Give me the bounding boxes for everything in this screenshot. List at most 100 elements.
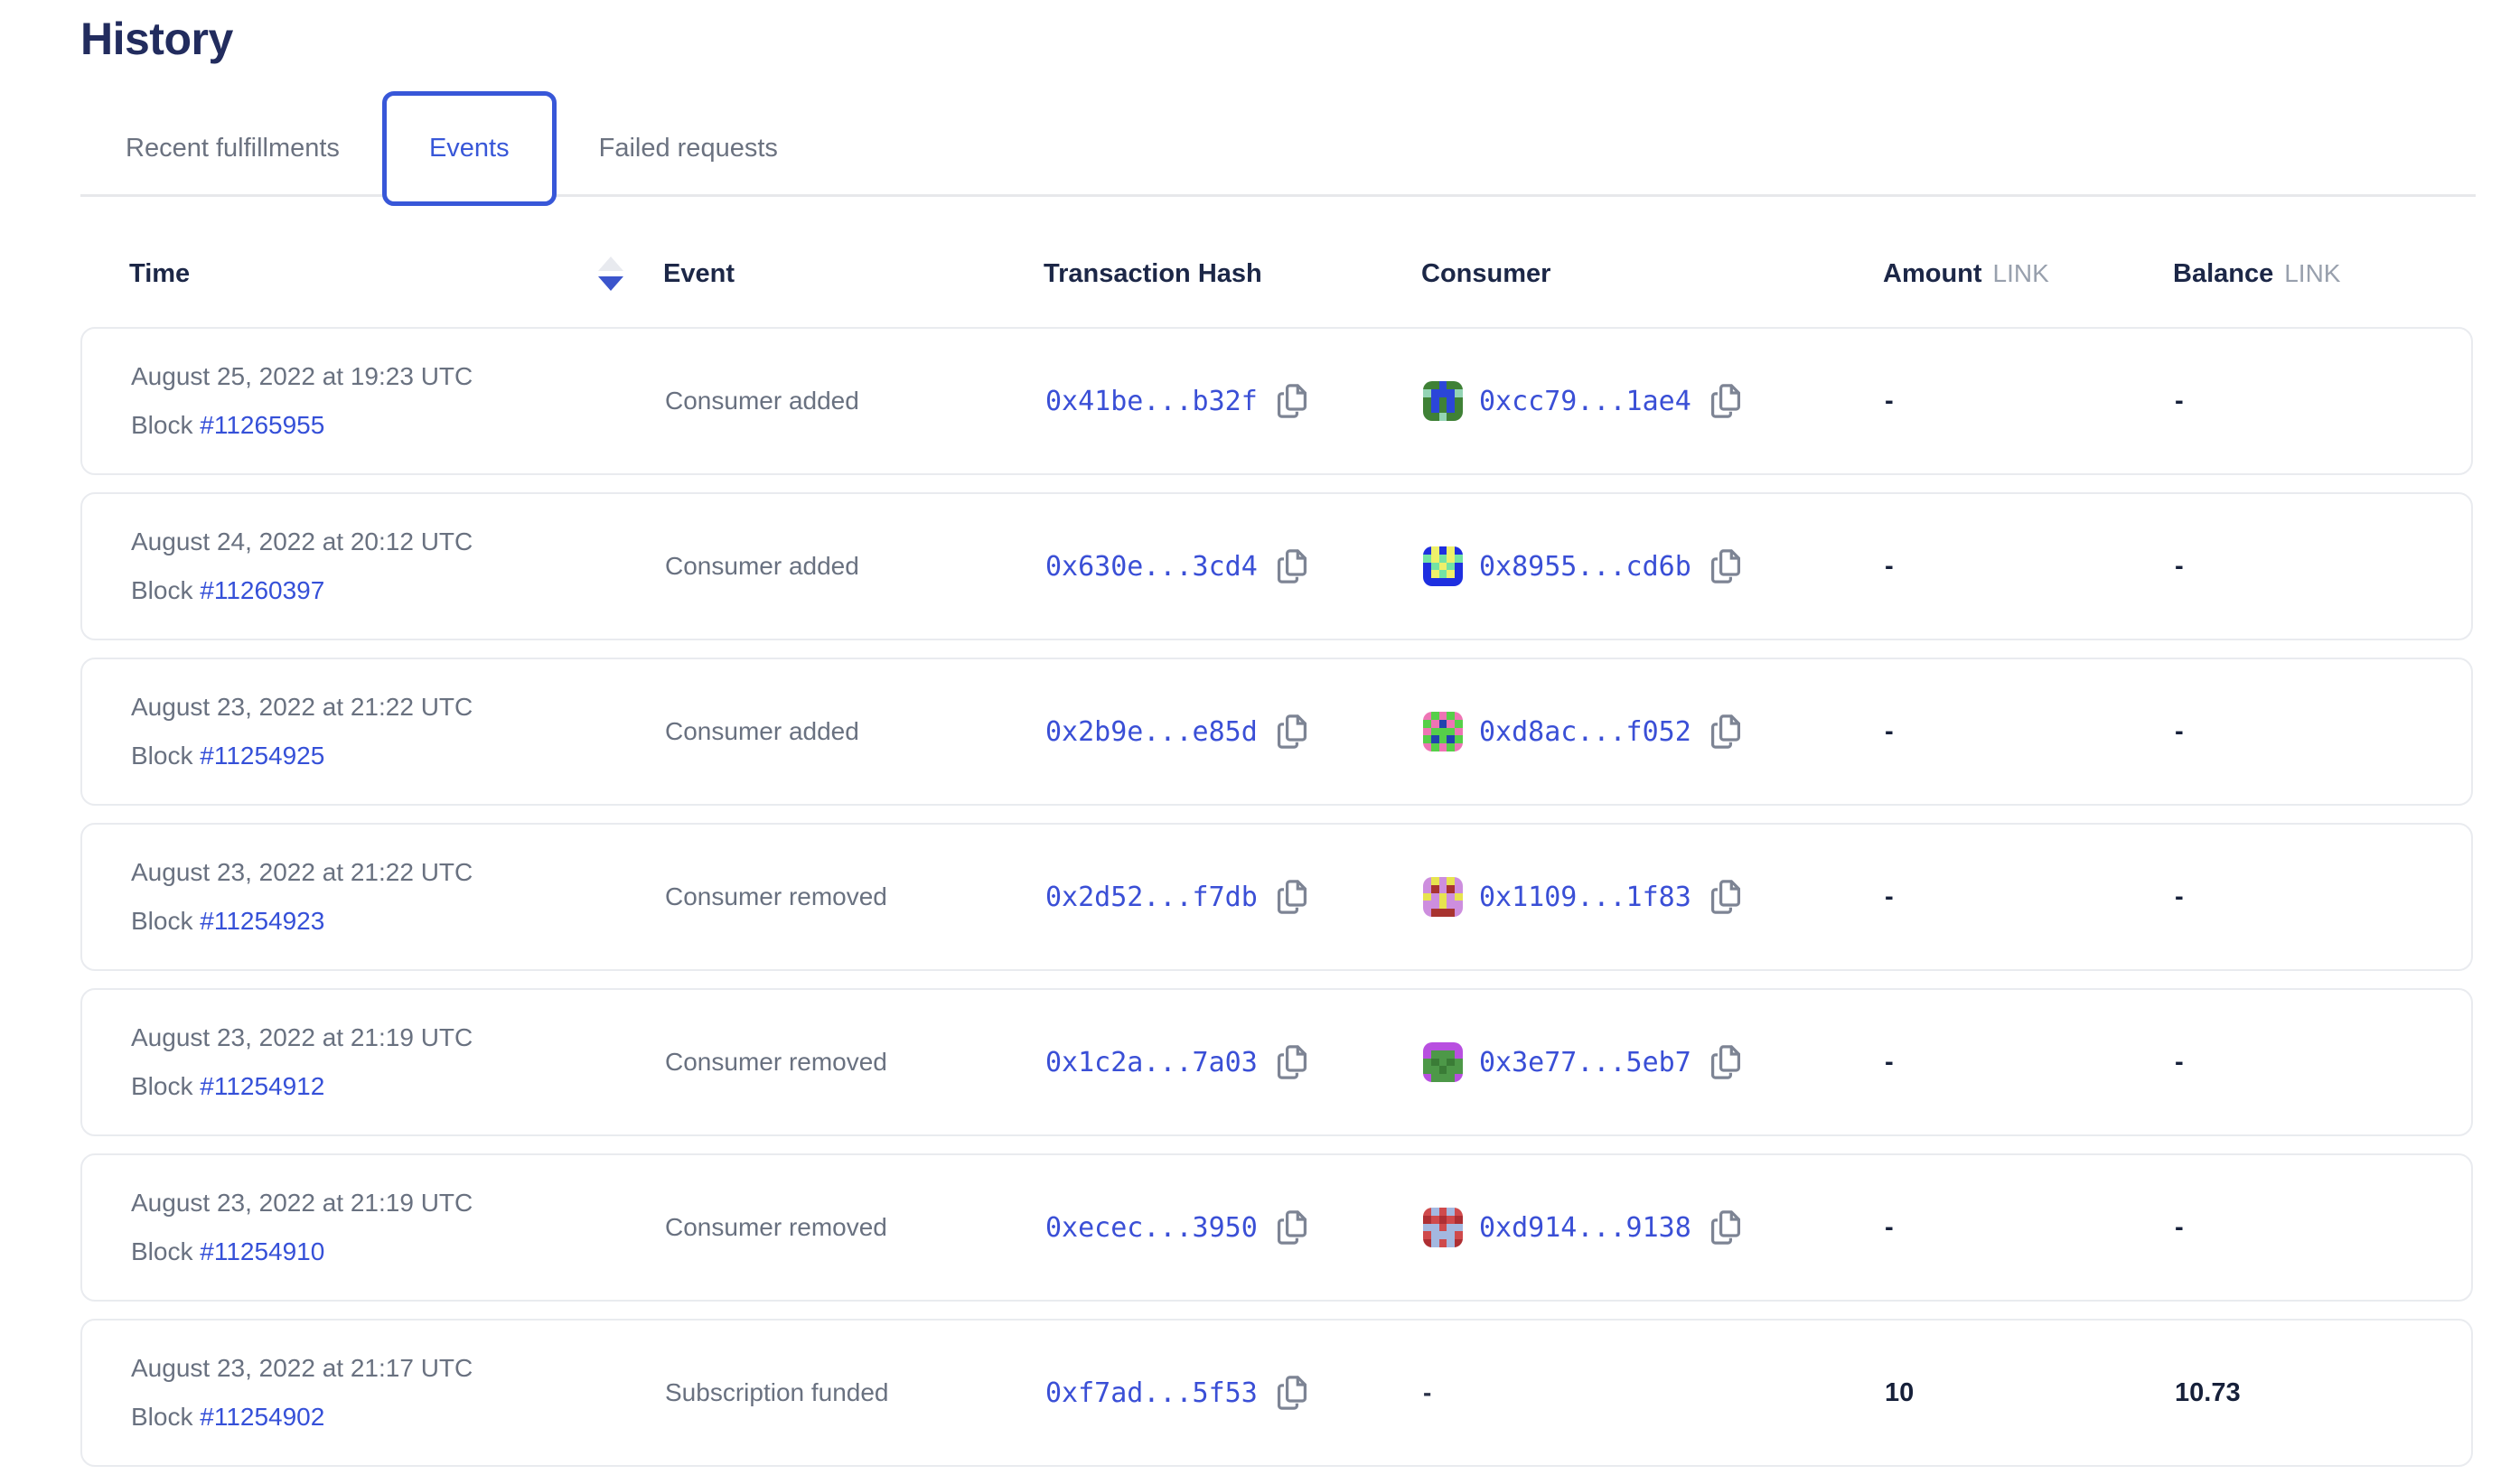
transaction-hash-link[interactable]: 0x41be...b32f — [1045, 386, 1258, 417]
block-label: Block — [131, 1072, 200, 1100]
consumer-cell: 0xd914...9138 — [1423, 1208, 1885, 1247]
copy-consumer-address-button[interactable] — [1709, 879, 1742, 915]
amount-cell: 10 — [1885, 1378, 2175, 1408]
event-timestamp: August 23, 2022 at 21:19 UTC — [131, 1190, 665, 1217]
event-row: August 23, 2022 at 21:17 UTC Block #1125… — [80, 1319, 2473, 1467]
transaction-hash-link[interactable]: 0x630e...3cd4 — [1045, 551, 1258, 583]
column-header-time[interactable]: Time — [80, 257, 663, 291]
transaction-hash-link[interactable]: 0xecec...3950 — [1045, 1212, 1258, 1244]
block-number-link[interactable]: #11254912 — [200, 1072, 324, 1100]
tabs: Recent fulfillments Events Failed reques… — [80, 91, 2473, 206]
column-header-transaction-hash: Transaction Hash — [1044, 259, 1421, 289]
balance-cell: - — [2175, 1048, 2471, 1078]
event-timestamp: August 25, 2022 at 19:23 UTC — [131, 363, 665, 390]
block-line: Block #11254912 — [131, 1073, 665, 1100]
copy-consumer-address-button[interactable] — [1709, 548, 1742, 584]
block-line: Block #11254925 — [131, 742, 665, 770]
event-row: August 23, 2022 at 21:19 UTC Block #1125… — [80, 1153, 2473, 1302]
block-number-link[interactable]: #11254902 — [200, 1403, 324, 1431]
copy-icon — [1709, 1044, 1742, 1080]
block-number-link[interactable]: #11254923 — [200, 907, 324, 935]
block-line: Block #11265955 — [131, 412, 665, 439]
event-type-cell: Consumer added — [665, 717, 1045, 746]
consumer-address-link[interactable]: 0x3e77...5eb7 — [1479, 1047, 1691, 1078]
consumer-avatar — [1423, 712, 1463, 751]
consumer-empty-value: - — [1423, 1378, 1431, 1407]
copy-transaction-hash-button[interactable] — [1276, 1044, 1308, 1080]
event-rows: August 25, 2022 at 19:23 UTC Block #1126… — [80, 327, 2473, 1467]
copy-icon — [1276, 548, 1308, 584]
copy-transaction-hash-button[interactable] — [1276, 548, 1308, 584]
copy-icon — [1709, 383, 1742, 419]
copy-transaction-hash-button[interactable] — [1276, 879, 1308, 915]
time-cell: August 23, 2022 at 21:17 UTC Block #1125… — [82, 1355, 665, 1431]
copy-consumer-address-button[interactable] — [1709, 714, 1742, 750]
block-label: Block — [131, 576, 200, 604]
consumer-avatar — [1423, 877, 1463, 917]
event-type-cell: Consumer removed — [665, 1213, 1045, 1242]
copy-consumer-address-button[interactable] — [1709, 383, 1742, 419]
block-line: Block #11254910 — [131, 1238, 665, 1265]
transaction-hash-link[interactable]: 0x1c2a...7a03 — [1045, 1047, 1258, 1078]
consumer-cell: 0x3e77...5eb7 — [1423, 1042, 1885, 1082]
block-number-link[interactable]: #11254925 — [200, 742, 324, 770]
balance-cell: - — [2175, 387, 2471, 416]
consumer-address-link[interactable]: 0xd914...9138 — [1479, 1212, 1691, 1244]
block-number-link[interactable]: #11254910 — [200, 1237, 324, 1265]
block-label: Block — [131, 1237, 200, 1265]
transaction-hash-cell: 0x2b9e...e85d — [1045, 714, 1423, 750]
copy-icon — [1709, 714, 1742, 750]
sort-descending-icon[interactable] — [598, 257, 623, 291]
amount-cell: - — [1885, 717, 2175, 747]
transaction-hash-link[interactable]: 0x2d52...f7db — [1045, 882, 1258, 913]
sort-up-arrow-icon — [598, 257, 623, 271]
event-row: August 25, 2022 at 19:23 UTC Block #1126… — [80, 327, 2473, 475]
table-header: Time Event Transaction Hash Consumer Amo… — [80, 257, 2473, 291]
consumer-address-link[interactable]: 0xd8ac...f052 — [1479, 716, 1691, 748]
consumer-address-link[interactable]: 0x1109...1f83 — [1479, 882, 1691, 913]
balance-cell: - — [2175, 882, 2471, 912]
copy-consumer-address-button[interactable] — [1709, 1209, 1742, 1246]
consumer-address-link[interactable]: 0xcc79...1ae4 — [1479, 386, 1691, 417]
copy-icon — [1276, 1375, 1308, 1411]
copy-consumer-address-button[interactable] — [1709, 1044, 1742, 1080]
copy-transaction-hash-button[interactable] — [1276, 1375, 1308, 1411]
time-cell: August 23, 2022 at 21:22 UTC Block #1125… — [82, 859, 665, 935]
event-timestamp: August 24, 2022 at 20:12 UTC — [131, 528, 665, 555]
balance-cell: - — [2175, 1213, 2471, 1243]
amount-cell: - — [1885, 552, 2175, 582]
copy-icon — [1276, 1044, 1308, 1080]
event-row: August 23, 2022 at 21:19 UTC Block #1125… — [80, 988, 2473, 1136]
block-number-link[interactable]: #11260397 — [200, 576, 324, 604]
transaction-hash-cell: 0x2d52...f7db — [1045, 879, 1423, 915]
transaction-hash-link[interactable]: 0x2b9e...e85d — [1045, 716, 1258, 748]
consumer-avatar — [1423, 381, 1463, 421]
history-page: History Recent fulfillments Events Faile… — [80, 0, 2473, 1484]
column-header-consumer: Consumer — [1421, 259, 1883, 289]
consumer-cell: 0xcc79...1ae4 — [1423, 381, 1885, 421]
time-cell: August 23, 2022 at 21:19 UTC Block #1125… — [82, 1190, 665, 1265]
time-cell: August 23, 2022 at 21:22 UTC Block #1125… — [82, 694, 665, 770]
consumer-cell: 0x1109...1f83 — [1423, 877, 1885, 917]
copy-icon — [1276, 383, 1308, 419]
copy-icon — [1709, 548, 1742, 584]
block-label: Block — [131, 411, 200, 439]
copy-transaction-hash-button[interactable] — [1276, 1209, 1308, 1246]
amount-cell: - — [1885, 882, 2175, 912]
transaction-hash-link[interactable]: 0xf7ad...5f53 — [1045, 1377, 1258, 1409]
tab-failed-requests[interactable]: Failed requests — [599, 91, 778, 206]
copy-transaction-hash-button[interactable] — [1276, 714, 1308, 750]
consumer-avatar — [1423, 546, 1463, 586]
event-timestamp: August 23, 2022 at 21:17 UTC — [131, 1355, 665, 1382]
consumer-address-link[interactable]: 0x8955...cd6b — [1479, 551, 1691, 583]
transaction-hash-cell: 0x1c2a...7a03 — [1045, 1044, 1423, 1080]
transaction-hash-cell: 0x630e...3cd4 — [1045, 548, 1423, 584]
balance-unit-label: LINK — [2284, 259, 2340, 288]
block-number-link[interactable]: #11265955 — [200, 411, 324, 439]
tab-events[interactable]: Events — [382, 91, 557, 206]
tab-recent-fulfillments[interactable]: Recent fulfillments — [126, 91, 340, 206]
consumer-avatar — [1423, 1042, 1463, 1082]
transaction-hash-cell: 0xf7ad...5f53 — [1045, 1375, 1423, 1411]
event-type-cell: Consumer added — [665, 387, 1045, 415]
copy-transaction-hash-button[interactable] — [1276, 383, 1308, 419]
